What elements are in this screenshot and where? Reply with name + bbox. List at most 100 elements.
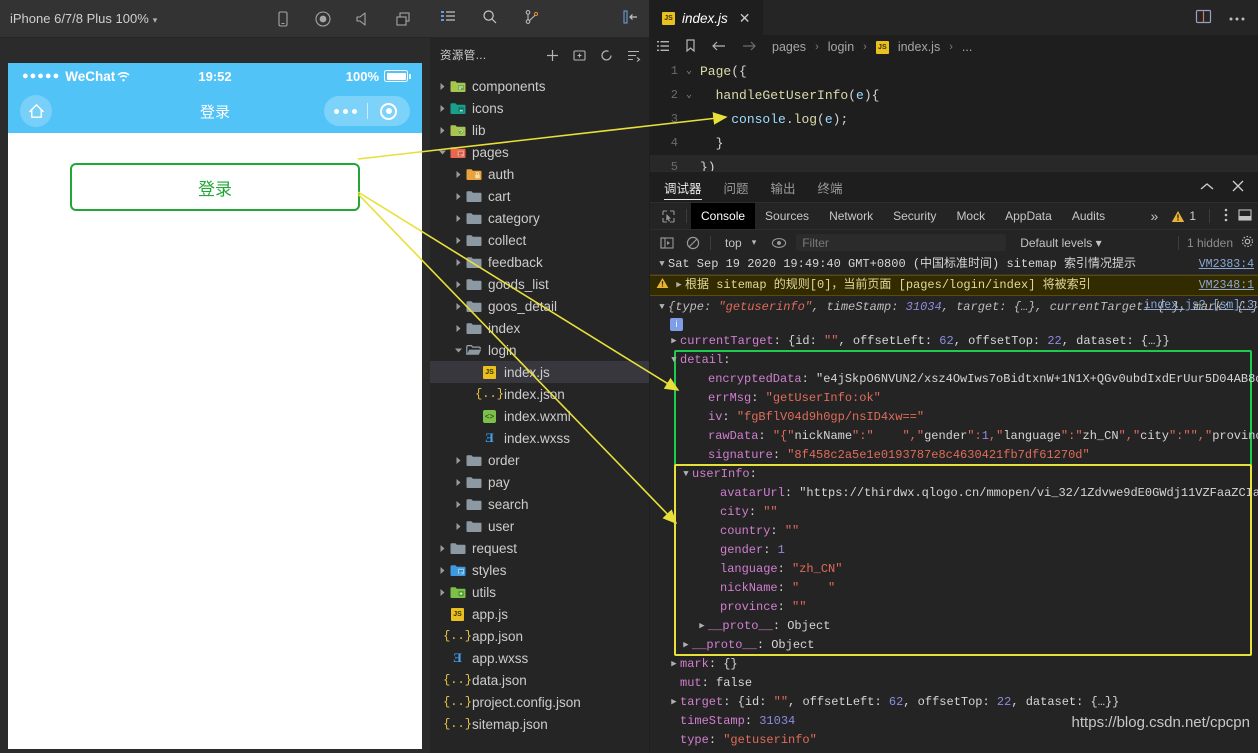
console-property-proto[interactable]: ▶ __proto__: Object <box>650 617 1258 636</box>
console-property-errMsg[interactable]: errMsg: "getUserInfo:ok" <box>650 389 1258 408</box>
split-editor-icon[interactable] <box>1195 9 1212 27</box>
chevron-right-icon[interactable] <box>436 104 449 113</box>
tree-item-order[interactable]: order <box>430 449 649 471</box>
devtools-tab-audits[interactable]: Audits <box>1062 203 1115 230</box>
fold-toggle-icon[interactable]: ⌄ <box>678 89 700 101</box>
back-arrow-icon[interactable] <box>711 39 727 56</box>
tree-item-category[interactable]: category <box>430 207 649 229</box>
panel-tab-输出[interactable]: 输出 <box>771 172 796 202</box>
new-folder-icon[interactable] <box>572 48 587 63</box>
dock-side-icon[interactable] <box>1238 208 1252 225</box>
panel-tab-终端[interactable]: 终端 <box>818 172 843 202</box>
more-actions-icon[interactable] <box>1228 10 1246 25</box>
console-warning-row[interactable]: ▶ 根据 sitemap 的规则[0]，当前页面 [pages/login/ind… <box>650 275 1258 296</box>
console-source-link[interactable]: VM2383:4 <box>1199 256 1254 273</box>
console-property-city[interactable]: city: "" <box>650 503 1258 522</box>
close-icon[interactable] <box>1232 180 1244 195</box>
home-icon[interactable] <box>20 95 52 127</box>
chevron-right-icon[interactable]: ▶ <box>668 656 680 673</box>
code-editor[interactable]: 1 ⌄ Page({2 ⌄ handleGetUserInfo(e){3 consol… <box>650 59 1258 171</box>
code-line-5[interactable]: 5}) <box>650 155 1258 171</box>
tree-item-app-json[interactable]: {..} app.json <box>430 625 649 647</box>
file-tree[interactable]: components icons lib pages auth cart category c… <box>430 72 649 735</box>
tree-item-request[interactable]: request <box>430 537 649 559</box>
chevron-right-icon[interactable]: ▶ <box>696 618 708 635</box>
chevron-right-icon[interactable] <box>452 258 465 267</box>
clear-console-icon[interactable] <box>680 236 706 250</box>
tab-index-js[interactable]: JS index.js ✕ <box>650 0 763 35</box>
tree-item-login[interactable]: login <box>430 339 649 361</box>
info-icon[interactable]: i <box>670 318 683 331</box>
console-property-mark[interactable]: ▶ mark: {} <box>650 655 1258 674</box>
sidebar-toggle-icon[interactable] <box>654 236 680 250</box>
chevron-down-icon[interactable]: ▼ <box>668 352 680 369</box>
devtools-tab-host[interactable]: Console Sources Network Security Mock AppData… <box>691 202 1115 230</box>
devtools-tab-security[interactable]: Security <box>883 203 946 230</box>
collapse-all-icon[interactable] <box>626 48 641 63</box>
chevron-down-icon[interactable]: ▼ <box>680 466 692 483</box>
bookmark-icon[interactable] <box>684 38 697 56</box>
breadcrumb-item-login[interactable]: login <box>828 40 854 54</box>
chevron-right-icon[interactable]: ▶ <box>680 637 692 654</box>
live-expression-icon[interactable] <box>766 236 792 250</box>
chevron-right-icon[interactable]: ▶ <box>668 333 680 350</box>
console-filter-input[interactable]: Filter <box>796 234 1007 251</box>
chevron-right-icon[interactable] <box>436 126 449 135</box>
device-icon[interactable] <box>274 10 292 28</box>
devtools-tab-mock[interactable]: Mock <box>946 203 995 230</box>
chevron-right-icon[interactable] <box>452 324 465 333</box>
console-property-rawData[interactable]: rawData: "{"nickName":" ","gender":1,"la… <box>650 427 1258 446</box>
console-property-proto[interactable]: ▶ __proto__: Object <box>650 636 1258 655</box>
refresh-icon[interactable] <box>599 48 614 63</box>
chevron-right-icon[interactable] <box>452 192 465 201</box>
new-file-icon[interactable] <box>545 48 560 63</box>
tree-item-index-json[interactable]: {..} index.json <box>430 383 649 405</box>
breadcrumb-item-file[interactable]: index.js <box>898 40 940 54</box>
tree-item-pay[interactable]: pay <box>430 471 649 493</box>
tree-item-styles[interactable]: styles <box>430 559 649 581</box>
collapse-sidebar-icon[interactable] <box>622 9 649 28</box>
chevron-down-icon[interactable] <box>452 346 465 355</box>
fold-toggle-icon[interactable]: ⌄ <box>678 65 700 77</box>
code-line-1[interactable]: 1 ⌄ Page({ <box>650 59 1258 83</box>
chevron-right-icon[interactable] <box>452 280 465 289</box>
console-property-userInfo[interactable]: ▼ userInfo: <box>650 465 1258 484</box>
console-settings-icon[interactable] <box>1241 235 1254 251</box>
chevron-down-icon[interactable]: ▼ <box>656 256 668 273</box>
chevron-right-icon[interactable]: ▶ <box>673 277 685 294</box>
tree-item-feedback[interactable]: feedback <box>430 251 649 273</box>
tree-item-goos_detail[interactable]: goos_detail <box>430 295 649 317</box>
more-dots-icon[interactable] <box>324 108 367 114</box>
forward-arrow-icon[interactable] <box>741 39 757 56</box>
overflow-icon[interactable]: » <box>1147 208 1163 224</box>
console-property-language[interactable]: language: "zh_CN" <box>650 560 1258 579</box>
console-group-header[interactable]: ▼ Sat Sep 19 2020 19:49:40 GMT+0800 (中国标准… <box>650 255 1258 275</box>
console-info-badge[interactable]: i <box>650 317 1258 332</box>
warning-badge[interactable]: 1 <box>1171 209 1196 223</box>
tree-item-icons[interactable]: icons <box>430 97 649 119</box>
close-icon[interactable]: ✕ <box>739 10 751 27</box>
chevron-down-icon[interactable]: ▾ <box>752 237 767 248</box>
tree-item-goods_list[interactable]: goods_list <box>430 273 649 295</box>
tree-item-collect[interactable]: collect <box>430 229 649 251</box>
tree-item-user[interactable]: user <box>430 515 649 537</box>
console-property-avatarUrl[interactable]: avatarUrl: "https://thirdwx.qlogo.cn/mmo… <box>650 484 1258 503</box>
console-output[interactable]: https://blog.csdn.net/cpcpn ▼ Sat Sep 19 … <box>650 255 1258 753</box>
login-button[interactable]: 登录 <box>70 163 360 211</box>
chevron-right-icon[interactable] <box>452 302 465 311</box>
window-icon[interactable] <box>394 10 412 28</box>
panel-tab-问题[interactable]: 问题 <box>724 172 749 202</box>
panel-tab-调试器[interactable]: 调试器 <box>664 172 702 202</box>
console-property-type[interactable]: type: "getuserinfo" <box>650 731 1258 750</box>
code-line-3[interactable]: 3 console.log(e); <box>650 107 1258 131</box>
console-property-signature[interactable]: signature: "8f458c2a5e1e0193787e8c463042… <box>650 446 1258 465</box>
chevron-right-icon[interactable] <box>452 456 465 465</box>
tree-item-app-wxss[interactable]: Ǝapp.wxss <box>430 647 649 669</box>
device-selector[interactable]: iPhone 6/7/8 Plus 100% ▾ <box>10 11 157 26</box>
tree-item-components[interactable]: components <box>430 75 649 97</box>
outline-icon[interactable] <box>656 39 670 56</box>
breadcrumb-item-more[interactable]: ... <box>962 40 972 54</box>
console-property-gender[interactable]: gender: 1 <box>650 541 1258 560</box>
search-icon[interactable] <box>482 9 498 28</box>
explorer-icon[interactable] <box>440 9 456 28</box>
